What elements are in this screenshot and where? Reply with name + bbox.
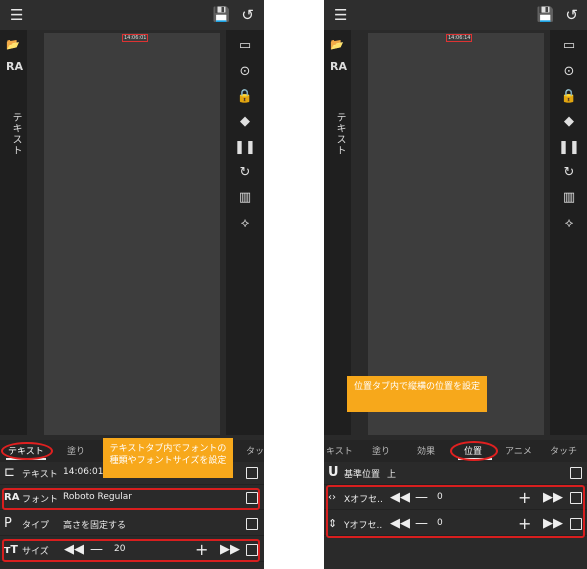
app-toolbar: ☰ 💾 ↺	[0, 0, 264, 30]
layers-icon[interactable]: ◆	[226, 114, 264, 130]
folder-icon[interactable]: 📂	[6, 38, 20, 51]
preview-timestamp: 14:06:14	[446, 34, 473, 42]
save-icon[interactable]: 💾	[213, 6, 230, 24]
menu-icon[interactable]: ☰	[334, 6, 347, 24]
tab-touch[interactable]: タッ	[246, 444, 264, 457]
tab-text[interactable]: キスト	[326, 444, 353, 457]
tab-effect[interactable]: 効果	[417, 444, 435, 457]
highlight-circle	[450, 441, 498, 461]
annotation-callout: テキストタブ内でフォントの種類やフォントサイズを設定	[103, 438, 233, 478]
row-type[interactable]: P タイプ 高さを固定する	[0, 513, 264, 536]
right-toolbar: ▭ ⊙ 🔒 ◆ ❚❚ ↻ ▥ ⟡	[550, 30, 587, 435]
side-text-label: テキスト	[334, 112, 345, 156]
pause-icon[interactable]: ❚❚	[226, 140, 264, 156]
right-toolbar: ▭ ⊙ 🔒 ◆ ❚❚ ↻ ▥ ⟡	[226, 30, 264, 435]
highlight-circle	[1, 442, 53, 460]
checkbox[interactable]	[246, 467, 258, 479]
row-label: テキスト	[22, 470, 58, 480]
monitor-icon[interactable]: ▭	[550, 38, 587, 54]
annotation-callout: 位置タブ内で縦横の位置を設定	[347, 376, 487, 412]
anchor-icon: U	[328, 465, 339, 480]
focus-icon[interactable]: ⊙	[550, 64, 587, 80]
tab-fill[interactable]: 塗り	[372, 444, 390, 457]
left-screenshot: ☰ 💾 ↺ 📂 RA テキスト 14:06:01 ▭ ⊙ 🔒 ◆ ❚❚ ↻ ▥ …	[0, 0, 264, 569]
row-label: タイプ	[22, 521, 50, 531]
focus-icon[interactable]: ⊙	[226, 64, 264, 80]
chart-icon[interactable]: ▥	[226, 190, 264, 206]
text-layer-icon[interactable]: RA	[6, 60, 23, 73]
menu-icon[interactable]: ☰	[10, 6, 23, 24]
preview-canvas[interactable]: 14:06:14	[368, 33, 544, 435]
property-tabs: キスト 塗り 効果 位置 アニメ タッチ	[324, 440, 587, 462]
left-sidebar: 📂 RA テキスト	[0, 30, 27, 435]
row-value: 上	[387, 470, 397, 480]
monitor-icon[interactable]: ▭	[226, 38, 264, 54]
row-label: 基準位置	[344, 470, 381, 480]
highlight-box-font	[2, 488, 260, 510]
checkbox[interactable]	[246, 518, 258, 530]
layers-icon[interactable]: ◆	[550, 114, 587, 130]
preview-canvas[interactable]: 14:06:01	[44, 33, 220, 435]
pause-icon[interactable]: ❚❚	[550, 140, 587, 156]
folder-icon[interactable]: 📂	[330, 38, 344, 51]
row-anchor[interactable]: U 基準位置 上	[324, 462, 587, 485]
checkbox[interactable]	[570, 467, 582, 479]
save-icon[interactable]: 💾	[537, 6, 554, 24]
history-icon[interactable]: ↺	[565, 6, 578, 24]
row-value: 14:06:01	[63, 467, 104, 477]
lock-icon[interactable]: 🔒	[226, 89, 264, 105]
app-toolbar: ☰ 💾 ↺	[324, 0, 587, 30]
transform-icon[interactable]: ⟡	[550, 216, 587, 232]
chart-icon[interactable]: ▥	[550, 190, 587, 206]
left-sidebar: 📂 RA テキスト	[324, 30, 351, 435]
history-icon[interactable]: ↺	[241, 6, 254, 24]
text-layer-icon[interactable]: RA	[330, 60, 347, 73]
transform-icon[interactable]: ⟡	[226, 216, 264, 232]
lock-icon[interactable]: 🔒	[550, 89, 587, 105]
rotate-icon[interactable]: ↻	[550, 165, 587, 181]
highlight-box-size	[2, 539, 260, 562]
right-screenshot: ☰ 💾 ↺ 📂 RA テキスト 14:06:14 ▭ ⊙ 🔒 ◆ ❚❚ ↻ ▥ …	[324, 0, 587, 569]
row-value: 高さを固定する	[63, 521, 127, 531]
text-icon: ⊏	[4, 465, 15, 480]
preview-timestamp: 14:06:01	[122, 34, 149, 42]
type-icon: P	[4, 516, 12, 531]
tab-touch[interactable]: タッチ	[550, 444, 577, 457]
rotate-icon[interactable]: ↻	[226, 165, 264, 181]
tab-fill[interactable]: 塗り	[67, 444, 85, 457]
tab-animation[interactable]: アニメ	[505, 444, 532, 457]
highlight-box-offsets	[326, 485, 585, 538]
side-text-label: テキスト	[10, 112, 21, 156]
